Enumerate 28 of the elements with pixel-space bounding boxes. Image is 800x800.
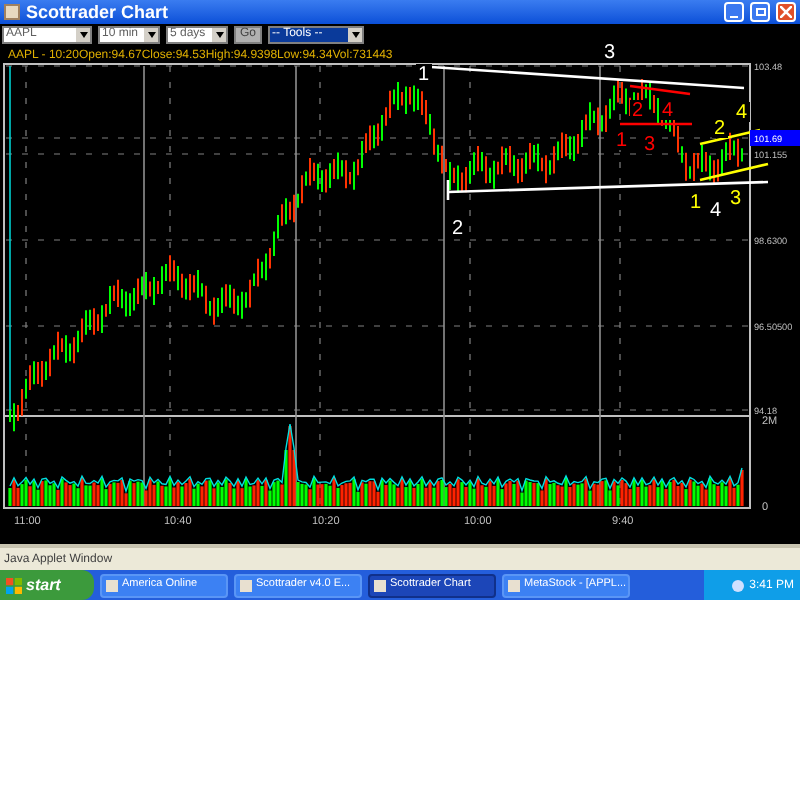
handwritten-number: 4 bbox=[736, 102, 748, 124]
window-title: Scottrader Chart bbox=[26, 3, 171, 21]
window-icon bbox=[106, 579, 118, 591]
handwritten-number: 4 bbox=[662, 100, 674, 122]
restore-button[interactable] bbox=[750, 2, 770, 22]
start-button[interactable]: start bbox=[0, 570, 94, 600]
window-icon bbox=[374, 579, 386, 591]
handwritten-number: 3 bbox=[604, 44, 616, 64]
minimize-button[interactable] bbox=[724, 2, 744, 22]
handwritten-number: 1 bbox=[616, 130, 628, 152]
close-button[interactable] bbox=[776, 2, 796, 22]
handwritten-number: 2 bbox=[452, 218, 464, 240]
close-icon bbox=[780, 6, 792, 18]
handwritten-number: 1 bbox=[418, 64, 430, 86]
app-icon bbox=[4, 4, 20, 20]
handwritten-number: 3 bbox=[730, 188, 742, 210]
handwritten-number: 2 bbox=[632, 100, 644, 122]
caret-icon bbox=[215, 31, 223, 37]
handwritten-number: 4 bbox=[710, 200, 722, 222]
handwritten-number: 3 bbox=[644, 134, 656, 156]
handwritten-number: 2 bbox=[714, 118, 726, 140]
window-icon bbox=[240, 579, 252, 591]
window-icon bbox=[508, 579, 520, 591]
handwritten-number: 1 bbox=[690, 192, 702, 214]
caret-icon bbox=[147, 31, 155, 37]
caret-icon bbox=[79, 31, 87, 37]
windows-logo-icon bbox=[6, 577, 22, 593]
caret-icon bbox=[351, 31, 360, 37]
